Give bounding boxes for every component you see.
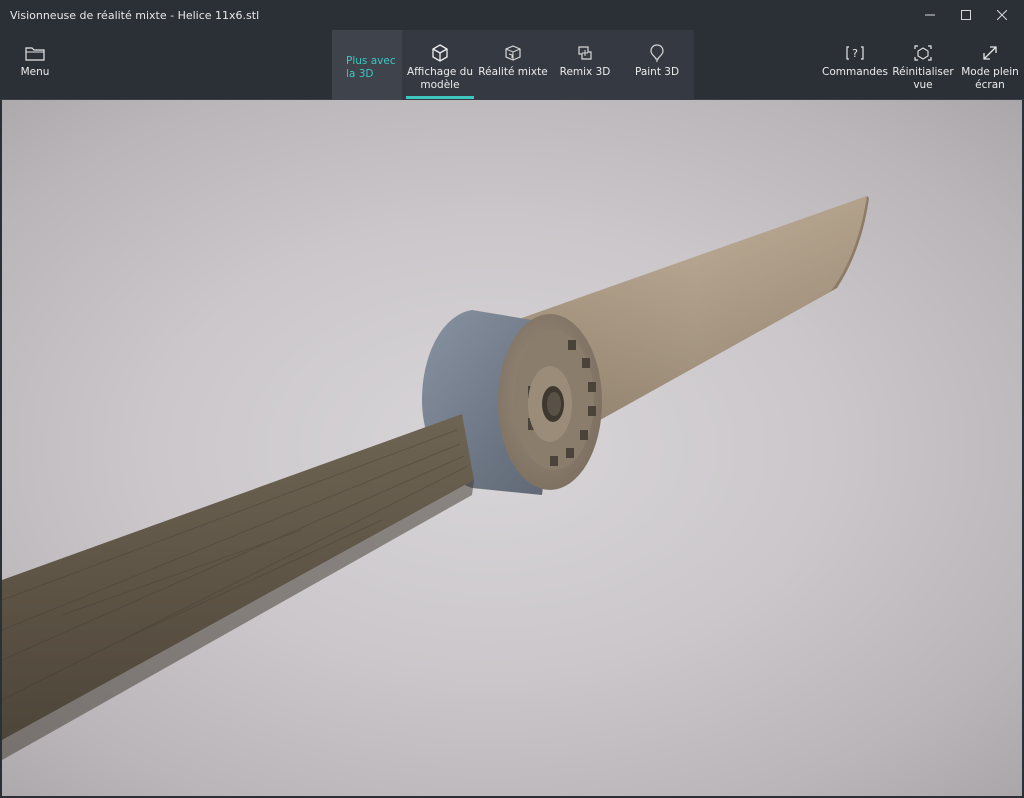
active-tab-indicator — [406, 96, 474, 99]
commands-label: Commandes — [822, 66, 888, 78]
mixed-reality-icon — [502, 43, 524, 63]
window-title: Visionneuse de réalité mixte - Helice 11… — [10, 8, 260, 22]
maximize-button[interactable] — [948, 0, 984, 30]
window-frame-left — [0, 100, 2, 798]
more-3d-button[interactable]: Plus avec la 3D — [332, 30, 402, 100]
tab-model-view[interactable]: Affichage du modèle — [406, 30, 474, 100]
reset-view-label: Réinitialiser vue — [892, 66, 954, 91]
tab-label: Paint 3D — [634, 66, 680, 78]
fullscreen-icon — [979, 43, 1001, 63]
title-bar: Visionneuse de réalité mixte - Helice 11… — [0, 0, 1024, 30]
reset-view-icon — [912, 43, 934, 63]
minimize-button[interactable] — [912, 0, 948, 30]
tab-label: Remix 3D — [559, 66, 611, 78]
paint-icon — [646, 43, 668, 63]
tab-mixed-reality[interactable]: Réalité mixte — [478, 30, 548, 100]
cube-icon — [429, 43, 451, 63]
fullscreen-label: Mode plein écran — [961, 66, 1019, 91]
maximize-icon — [961, 10, 971, 20]
tab-remix-3d[interactable]: Remix 3D — [552, 30, 618, 100]
toolbar: Menu Plus avec la 3D Affichage du modèle… — [0, 30, 1024, 100]
fullscreen-button[interactable]: Mode plein écran — [958, 30, 1022, 100]
menu-label: Menu — [20, 66, 50, 78]
remix-icon — [574, 43, 596, 63]
tab-paint-3d[interactable]: Paint 3D — [624, 30, 690, 100]
commands-icon: ? — [844, 43, 866, 63]
reset-view-button[interactable]: Réinitialiser vue — [892, 30, 954, 100]
menu-button[interactable]: Menu — [10, 30, 60, 100]
close-icon — [997, 10, 1007, 20]
3d-viewport[interactable] — [2, 100, 1022, 796]
tab-label: Affichage du modèle — [407, 66, 473, 91]
svg-text:?: ? — [852, 47, 858, 60]
close-button[interactable] — [984, 0, 1020, 30]
minimize-icon — [925, 14, 935, 16]
tab-label: Réalité mixte — [478, 66, 548, 78]
commands-button[interactable]: ? Commandes — [822, 30, 888, 100]
folder-icon — [24, 43, 46, 63]
propeller-model[interactable] — [2, 100, 1022, 796]
